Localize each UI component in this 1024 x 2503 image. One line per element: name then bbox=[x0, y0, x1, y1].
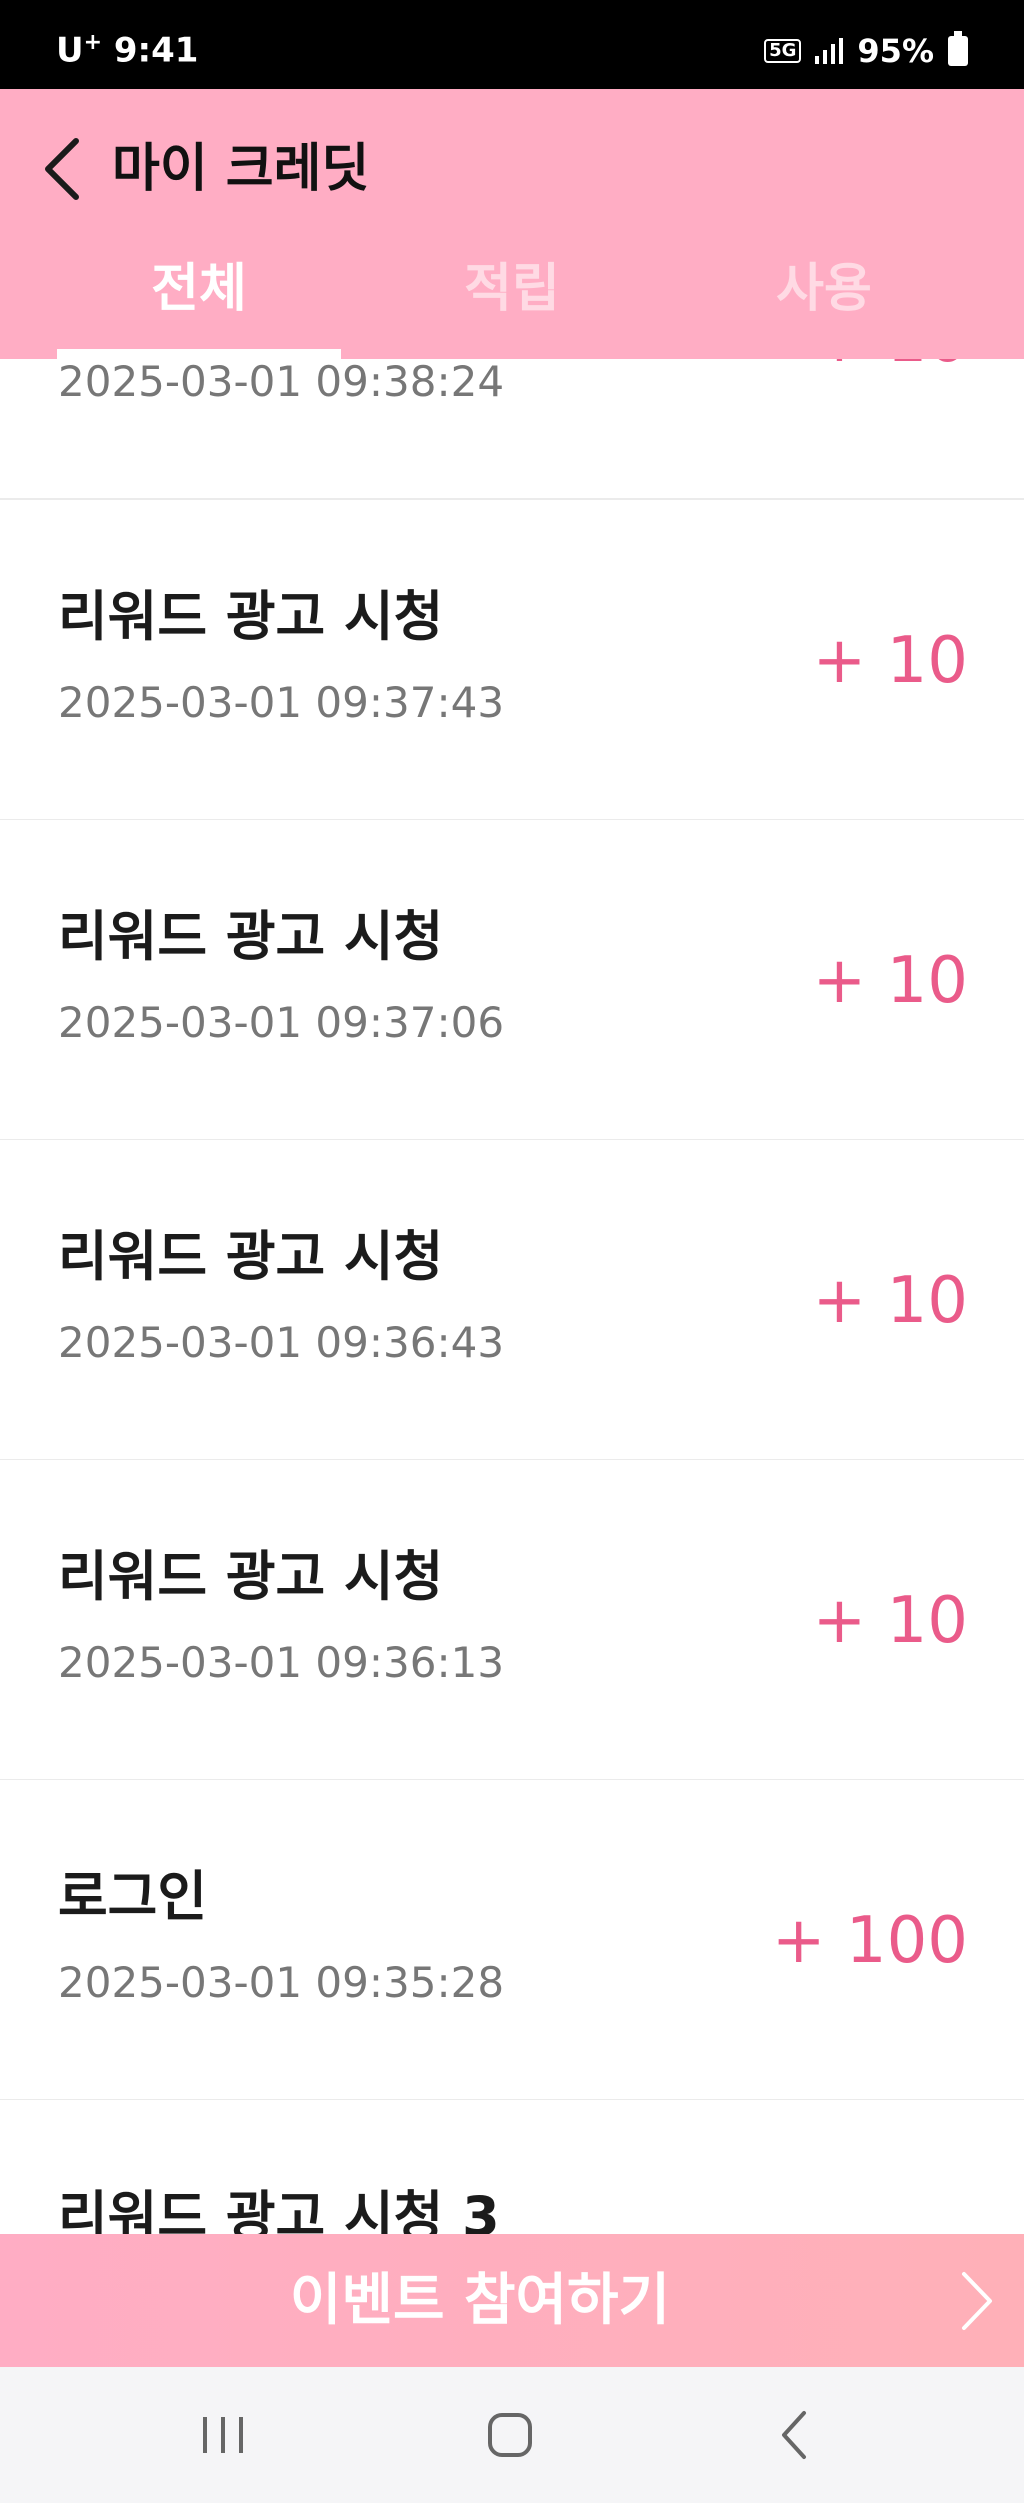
item-title: 리워드 광고 시청 3 bbox=[58, 2185, 500, 2234]
tab-all[interactable]: 전체 bbox=[57, 239, 341, 359]
join-event-button[interactable]: 이벤트 참여하기 bbox=[0, 2234, 1024, 2367]
carrier-label: U bbox=[56, 30, 84, 71]
item-title: 리워드 광고 시청 bbox=[58, 1545, 444, 1608]
list-item: 리워드 광고 시청 3 bbox=[0, 2100, 1024, 2234]
home-button[interactable] bbox=[480, 2405, 540, 2465]
item-amount: + 10 bbox=[812, 624, 968, 698]
chevron-right-icon bbox=[962, 2272, 992, 2330]
list-item: 로그인 2025-03-01 09:35:28 + 100 bbox=[0, 1780, 1024, 2101]
status-bar: U+ 9:41 5G 95% bbox=[0, 0, 1024, 89]
status-right: 5G 95% bbox=[764, 31, 968, 70]
back-button[interactable] bbox=[36, 129, 96, 209]
credit-list[interactable]: 2025-03-01 09:38:24 + 10 리워드 광고 시청 2025-… bbox=[0, 359, 1024, 2234]
system-nav-bar bbox=[0, 2367, 1024, 2503]
item-date: 2025-03-01 09:36:43 bbox=[58, 1318, 505, 1367]
active-tab-indicator bbox=[57, 349, 341, 359]
status-left: U+ 9:41 bbox=[56, 30, 198, 70]
item-amount: + 10 bbox=[812, 1264, 968, 1338]
list-item: 리워드 광고 시청 2025-03-01 09:36:43 + 10 bbox=[0, 1140, 1024, 1461]
item-date: 2025-03-01 09:37:43 bbox=[58, 678, 505, 727]
carrier-sup: + bbox=[83, 30, 103, 55]
item-title: 리워드 광고 시청 bbox=[58, 1225, 444, 1288]
item-amount: + 10 bbox=[812, 1584, 968, 1658]
list-item: 리워드 광고 시청 2025-03-01 09:37:06 + 10 bbox=[0, 820, 1024, 1141]
back-icon bbox=[782, 2411, 806, 2459]
item-title: 리워드 광고 시청 bbox=[58, 905, 444, 968]
list-item: 리워드 광고 시청 2025-03-01 09:37:43 + 10 bbox=[0, 500, 1024, 821]
recents-button[interactable] bbox=[193, 2405, 253, 2465]
tab-use[interactable]: 사용 bbox=[682, 239, 966, 359]
item-date: 2025-03-01 09:36:13 bbox=[58, 1638, 505, 1687]
chevron-left-icon bbox=[45, 138, 79, 200]
recents-icon bbox=[203, 2417, 243, 2453]
status-time: 9:41 bbox=[113, 30, 199, 71]
item-title: 리워드 광고 시청 bbox=[58, 585, 444, 648]
item-date: 2025-03-01 09:35:28 bbox=[58, 1958, 505, 2007]
item-amount: + 10 bbox=[812, 944, 968, 1018]
item-title: 로그인 bbox=[58, 1865, 208, 1928]
app-header: 마이 크레딧 전체 적립 사용 bbox=[0, 89, 1024, 359]
item-amount: + 10 bbox=[813, 359, 968, 377]
page-title: 마이 크레딧 bbox=[112, 139, 370, 199]
nav-back-button[interactable] bbox=[766, 2405, 826, 2465]
list-item: 리워드 광고 시청 2025-03-01 09:36:13 + 10 bbox=[0, 1460, 1024, 1781]
list-item: 2025-03-01 09:38:24 + 10 bbox=[0, 359, 1024, 500]
item-date: 2025-03-01 09:38:24 bbox=[58, 359, 505, 406]
event-label: 이벤트 참여하기 bbox=[289, 2268, 671, 2333]
network-badge: 5G bbox=[764, 39, 802, 63]
tab-earn[interactable]: 적립 bbox=[370, 239, 654, 359]
item-date: 2025-03-01 09:37:06 bbox=[58, 998, 505, 1047]
tab-bar: 전체 적립 사용 bbox=[0, 239, 1024, 359]
home-icon bbox=[488, 2413, 532, 2457]
item-amount: + 100 bbox=[771, 1904, 968, 1978]
battery-percent: 95% bbox=[857, 32, 934, 70]
signal-icon bbox=[815, 38, 844, 64]
battery-icon bbox=[948, 31, 968, 66]
